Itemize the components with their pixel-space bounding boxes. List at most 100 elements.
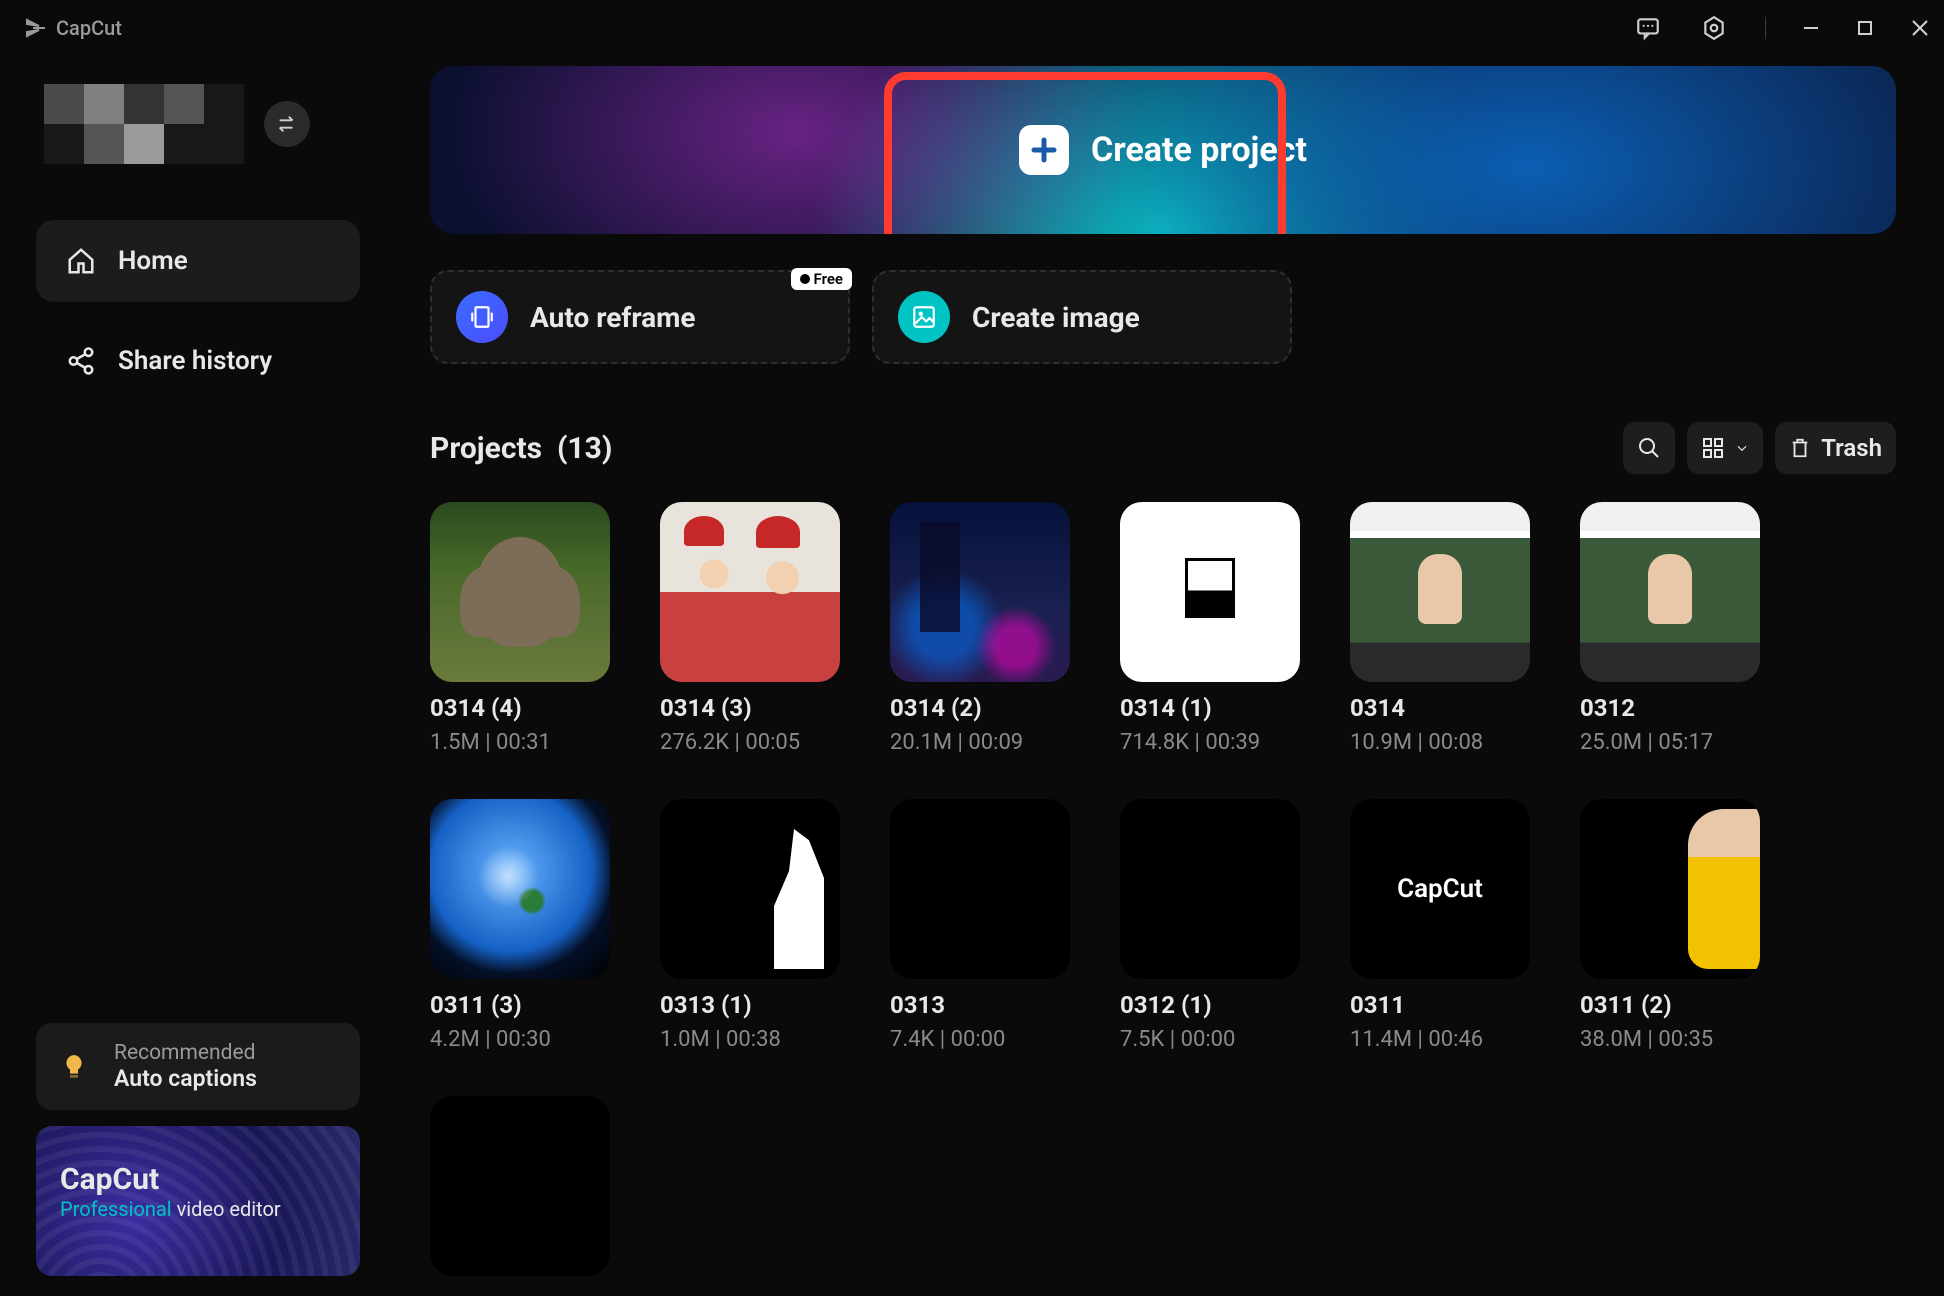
switch-account-button[interactable]: [264, 101, 310, 147]
sidebar-item-home[interactable]: Home: [36, 220, 360, 302]
project-meta: 10.9M | 00:08: [1350, 730, 1530, 755]
recommended-card[interactable]: Recommended Auto captions: [36, 1023, 360, 1110]
sidebar-item-share-history[interactable]: Share history: [36, 320, 360, 402]
create-project-hero[interactable]: Create project: [430, 66, 1896, 234]
free-badge: Free: [791, 268, 852, 290]
project-thumbnail: [430, 1096, 610, 1276]
project-name: 0314 (3): [660, 694, 840, 722]
projects-title: Projects (13): [430, 431, 612, 466]
project-name: 0314: [1350, 694, 1530, 722]
recommended-label: Recommended: [114, 1041, 257, 1065]
trash-icon: [1789, 437, 1811, 459]
window-minimize-button[interactable]: [1802, 19, 1820, 37]
project-card[interactable]: 0314 (1)714.8K | 00:39: [1120, 502, 1300, 755]
project-name: 0312 (1): [1120, 991, 1300, 1019]
project-name: 0312: [1580, 694, 1760, 722]
project-meta: 7.4K | 00:00: [890, 1027, 1070, 1052]
search-icon: [1637, 436, 1661, 460]
project-thumbnail: [1120, 502, 1300, 682]
project-card[interactable]: 0312 (1) 7.5K | 00:00: [1120, 799, 1300, 1052]
promo-subtitle: Professional video editor: [60, 1197, 336, 1221]
project-thumbnail: [430, 799, 610, 979]
project-card[interactable]: 0313 (1) 1.0M | 00:38: [660, 799, 840, 1052]
project-thumbnail: CapCut: [1350, 799, 1530, 979]
action-label: Create image: [972, 301, 1140, 334]
view-mode-button[interactable]: [1687, 422, 1763, 474]
sidebar: Home Share history Recommended Auto capti…: [0, 56, 396, 1296]
nav-label: Share history: [118, 346, 272, 376]
project-card[interactable]: 0313 7.4K | 00:00: [890, 799, 1070, 1052]
project-name: 0314 (1): [1120, 694, 1300, 722]
chevron-down-icon: [1735, 441, 1749, 455]
project-card[interactable]: 0311 (2) 38.0M | 00:35: [1580, 799, 1760, 1052]
swap-icon: [276, 113, 298, 135]
account-row[interactable]: [36, 76, 360, 194]
projects-header: Projects (13) Trash: [430, 422, 1896, 474]
lightbulb-icon: [58, 1051, 94, 1083]
action-row: Auto reframe Free Create image: [430, 270, 1896, 364]
create-project-label: Create project: [1091, 130, 1307, 170]
trash-button[interactable]: Trash: [1775, 422, 1896, 474]
project-name: 0313: [890, 991, 1070, 1019]
action-create-image[interactable]: Create image: [872, 270, 1292, 364]
feedback-button[interactable]: [1633, 13, 1663, 43]
action-label: Auto reframe: [530, 301, 696, 334]
avatar: [44, 84, 244, 164]
sidebar-nav: Home Share history: [36, 220, 360, 402]
project-name: 0313 (1): [660, 991, 840, 1019]
project-card[interactable]: 0312 25.0M | 05:17: [1580, 502, 1760, 755]
plus-icon: [1019, 125, 1069, 175]
titlebar: CapCut: [0, 0, 1944, 56]
project-thumbnail: [430, 502, 610, 682]
project-card[interactable]: CapCut 0311 11.4M | 00:46: [1350, 799, 1530, 1052]
search-button[interactable]: [1623, 422, 1675, 474]
project-thumbnail: [1120, 799, 1300, 979]
promo-title: CapCut: [60, 1162, 336, 1197]
image-icon: [898, 291, 950, 343]
project-meta: 1.0M | 00:38: [660, 1027, 840, 1052]
main-content: Create project Auto reframe Free Create im…: [430, 66, 1896, 1296]
promo-card[interactable]: CapCut Professional video editor: [36, 1126, 360, 1276]
project-card[interactable]: 0314 10.9M | 00:08: [1350, 502, 1530, 755]
project-meta: 20.1M | 00:09: [890, 730, 1070, 755]
project-thumbnail: [890, 502, 1070, 682]
project-name: 0311: [1350, 991, 1530, 1019]
project-name: 0311 (2): [1580, 991, 1760, 1019]
project-thumbnail: [1580, 502, 1760, 682]
project-card[interactable]: 0314 (4) 1.5M | 00:31: [430, 502, 610, 755]
titlebar-divider: [1765, 17, 1766, 39]
window-maximize-button[interactable]: [1856, 19, 1874, 37]
project-card[interactable]: 0311 (3)4.2M | 00:30: [430, 799, 610, 1052]
reframe-icon: [456, 291, 508, 343]
nav-label: Home: [118, 246, 188, 276]
project-thumbnail: [890, 799, 1070, 979]
project-name: 0314 (2): [890, 694, 1070, 722]
share-icon: [66, 346, 96, 376]
project-name: 0314 (4): [430, 694, 610, 722]
action-auto-reframe[interactable]: Auto reframe Free: [430, 270, 850, 364]
project-meta: 276.2K | 00:05: [660, 730, 840, 755]
project-card[interactable]: 0314 (3) 276.2K | 00:05: [660, 502, 840, 755]
window-close-button[interactable]: [1910, 19, 1928, 37]
project-thumbnail: [1580, 799, 1760, 979]
home-icon: [66, 246, 96, 276]
recommended-feature: Auto captions: [114, 1065, 257, 1092]
project-meta: 1.5M | 00:31: [430, 730, 610, 755]
project-card[interactable]: [430, 1096, 610, 1296]
app-brand: CapCut: [24, 16, 122, 40]
chat-bubble-icon: [1635, 15, 1661, 41]
settings-button[interactable]: [1699, 13, 1729, 43]
app-name: CapCut: [56, 16, 122, 40]
project-thumbnail: [660, 502, 840, 682]
project-meta: 38.0M | 00:35: [1580, 1027, 1760, 1052]
gear-icon: [1701, 15, 1727, 41]
create-project-button[interactable]: Create project: [1019, 125, 1307, 175]
project-meta: 4.2M | 00:30: [430, 1027, 610, 1052]
project-meta: 11.4M | 00:46: [1350, 1027, 1530, 1052]
project-meta: 25.0M | 05:17: [1580, 730, 1760, 755]
capcut-logo-icon: [24, 16, 48, 40]
project-meta: 7.5K | 00:00: [1120, 1027, 1300, 1052]
project-card[interactable]: 0314 (2) 20.1M | 00:09: [890, 502, 1070, 755]
project-thumbnail: [1350, 502, 1530, 682]
projects-grid: 0314 (4) 1.5M | 00:31 0314 (3) 276.2K | 00:…: [430, 502, 1896, 1296]
